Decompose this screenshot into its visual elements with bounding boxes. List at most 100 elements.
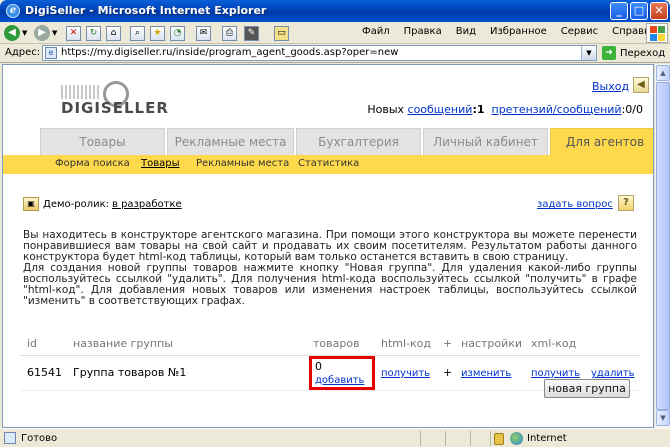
address-url[interactable]: https://my.digiseller.ru/inside/program_… bbox=[61, 47, 398, 58]
subnav-goods[interactable]: Товары bbox=[141, 158, 180, 169]
row-group-name: Группа товаров №1 bbox=[67, 355, 307, 391]
claims-count: :0/0 bbox=[621, 103, 643, 116]
tab-agents[interactable]: Для агентов bbox=[550, 128, 653, 155]
status-ready-text: Готово bbox=[21, 432, 58, 444]
menu-tools[interactable]: Сервис bbox=[561, 26, 598, 37]
favorites-icon: ★ bbox=[150, 25, 165, 41]
notif-prefix: Новых bbox=[367, 103, 405, 116]
favorites-button[interactable]: ★ bbox=[150, 25, 165, 41]
history-button[interactable]: ◔ bbox=[170, 25, 185, 41]
menu-edit[interactable]: Правка bbox=[404, 26, 442, 37]
go-label: Переход bbox=[620, 47, 666, 59]
sub-navigation: Форма поиска Товары Рекламные места Стат… bbox=[3, 155, 653, 174]
goods-count: 0 bbox=[315, 359, 322, 373]
table-header: id название группы товаров html-код + на… bbox=[21, 333, 641, 356]
tab-accounting[interactable]: Бухгалтерия bbox=[296, 128, 421, 155]
print-icon: ⎙ bbox=[222, 25, 237, 41]
folder-button[interactable]: ▭ bbox=[274, 25, 289, 41]
window-title: DigiSeller - Microsoft Internet Explorer bbox=[25, 4, 267, 17]
maximize-button[interactable]: □ bbox=[630, 2, 648, 20]
go-arrow-icon: ➜ bbox=[602, 46, 616, 60]
stop-button[interactable]: ✕ bbox=[66, 25, 81, 41]
row-settings-cell: изменить bbox=[455, 355, 525, 391]
vertical-scrollbar[interactable]: ▲ ▼ bbox=[654, 64, 670, 428]
address-label: Адрес: bbox=[5, 47, 41, 58]
exit-icon[interactable]: ◀ bbox=[633, 77, 649, 93]
page-viewport: DIGISELLER Выход ◀ Новых сообщений:1 пре… bbox=[2, 64, 654, 428]
claims-link[interactable]: претензий/сообщений bbox=[492, 103, 622, 116]
mail-button[interactable]: ✉ bbox=[196, 25, 211, 41]
zone-text: Internet bbox=[527, 433, 567, 444]
edit-button[interactable]: ✎ bbox=[244, 25, 259, 41]
col-group-name: название группы bbox=[67, 333, 307, 356]
chevron-down-icon: ▼ bbox=[22, 29, 28, 37]
refresh-icon: ↻ bbox=[86, 25, 101, 41]
lock-icon[interactable] bbox=[494, 432, 504, 445]
windows-logo-icon bbox=[646, 23, 668, 43]
col-html-code: html-код bbox=[375, 333, 437, 356]
chevron-down-icon[interactable]: ▼ bbox=[581, 46, 596, 60]
home-button[interactable]: ⌂ bbox=[106, 25, 121, 41]
edit-icon: ✎ bbox=[244, 25, 259, 41]
row-id: 61541 bbox=[21, 355, 67, 391]
address-input[interactable]: e https://my.digiseller.ru/inside/progra… bbox=[42, 45, 597, 61]
description-paragraph-2: Для создания новой группы товаров нажмит… bbox=[23, 262, 637, 307]
col-xml-code: xml-код bbox=[525, 333, 585, 356]
new-group-button[interactable]: новая группа bbox=[544, 379, 630, 398]
tab-account[interactable]: Личный кабинет bbox=[423, 128, 548, 155]
notifications: Новых сообщений:1 претензий/сообщений:0/… bbox=[367, 103, 643, 116]
exit-link[interactable]: Выход bbox=[592, 80, 629, 93]
print-button[interactable]: ⎙ bbox=[222, 25, 237, 41]
question-icon[interactable]: ? bbox=[618, 195, 634, 211]
tab-goods[interactable]: Товары bbox=[40, 128, 165, 155]
demo-link[interactable]: в разработке bbox=[112, 199, 182, 210]
messages-link[interactable]: сообщений bbox=[408, 103, 473, 116]
scroll-thumb[interactable] bbox=[656, 82, 670, 410]
digiseller-logo[interactable]: DIGISELLER bbox=[55, 71, 168, 121]
status-zone: Internet bbox=[494, 432, 567, 445]
col-goods: товаров bbox=[307, 333, 375, 356]
status-divider bbox=[420, 431, 421, 446]
subnav-ad-places[interactable]: Рекламные места bbox=[196, 158, 289, 169]
messages-count: :1 bbox=[472, 103, 485, 116]
row-html-cell: получить bbox=[375, 355, 437, 391]
menu-view[interactable]: Вид bbox=[456, 26, 476, 37]
col-delete bbox=[585, 333, 641, 356]
ask-question-link[interactable]: задать вопрос bbox=[537, 199, 613, 210]
delete-group-link[interactable]: удалить bbox=[591, 368, 635, 379]
status-divider bbox=[445, 431, 446, 446]
home-icon: ⌂ bbox=[106, 25, 121, 41]
description: Вы находитесь в конструкторе агентского … bbox=[23, 230, 637, 307]
get-html-link[interactable]: получить bbox=[381, 368, 430, 379]
subnav-statistics[interactable]: Статистика bbox=[298, 158, 359, 169]
ie-icon: e bbox=[6, 4, 20, 18]
change-settings-link[interactable]: изменить bbox=[461, 368, 511, 379]
minimize-button[interactable]: _ bbox=[610, 2, 628, 20]
stop-icon: ✕ bbox=[66, 25, 81, 41]
menu-file[interactable]: Файл bbox=[362, 26, 390, 37]
refresh-button[interactable]: ↻ bbox=[86, 25, 101, 41]
subnav-search-form[interactable]: Форма поиска bbox=[55, 158, 130, 169]
folder-icon: ▭ bbox=[274, 25, 289, 41]
logo-bars bbox=[61, 85, 101, 99]
get-xml-link[interactable]: получить bbox=[531, 368, 580, 379]
search-button[interactable]: ⌕ bbox=[130, 25, 145, 41]
scroll-down-icon[interactable]: ▼ bbox=[656, 410, 670, 426]
scroll-up-icon[interactable]: ▲ bbox=[656, 65, 670, 81]
address-bar: Адрес: e https://my.digiseller.ru/inside… bbox=[0, 44, 670, 63]
highlight-box: 0 добавить bbox=[309, 355, 375, 390]
back-button[interactable]: ◀ ▼ bbox=[4, 25, 27, 41]
tab-ad-places[interactable]: Рекламные места bbox=[167, 128, 294, 155]
row-goods-cell: 0 добавить bbox=[307, 355, 375, 391]
go-button[interactable]: ➜ Переход bbox=[602, 46, 665, 60]
status-divider bbox=[470, 431, 471, 446]
page-icon: e bbox=[45, 47, 57, 59]
forward-button[interactable]: ▶ ▼ bbox=[34, 25, 57, 41]
menu-bar: Файл Правка Вид Избранное Сервис Справка bbox=[362, 26, 670, 37]
col-id: id bbox=[21, 333, 67, 356]
close-button[interactable]: ✕ bbox=[650, 2, 668, 20]
add-goods-link[interactable]: добавить bbox=[315, 375, 364, 386]
menu-favorites[interactable]: Избранное bbox=[490, 26, 547, 37]
description-paragraph-1: Вы находитесь в конструкторе агентского … bbox=[23, 229, 637, 263]
back-icon: ◀ bbox=[4, 25, 20, 41]
